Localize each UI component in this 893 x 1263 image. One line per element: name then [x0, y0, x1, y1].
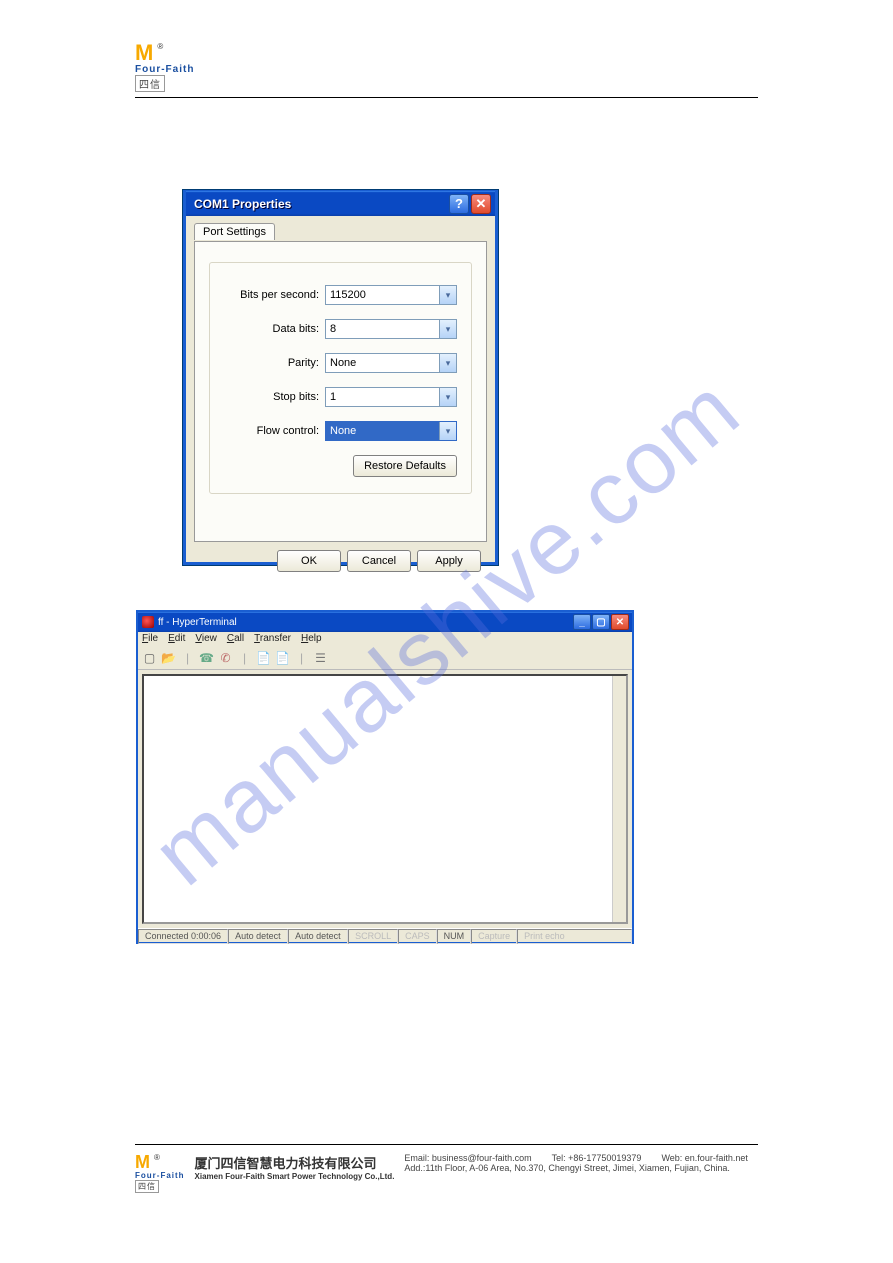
status-autodetect1: Auto detect [228, 929, 288, 944]
flowcontrol-value: None [330, 425, 356, 437]
dialog-title: COM1 Properties [194, 197, 291, 211]
properties-icon[interactable]: ☰ [313, 651, 328, 666]
databits-dropdown[interactable]: 8 ▾ [325, 319, 457, 339]
bps-dropdown[interactable]: 115200 ▾ [325, 285, 457, 305]
close-button[interactable]: ✕ [611, 614, 629, 630]
window-title: ff - HyperTerminal [158, 617, 237, 628]
page-footer: M ® Four-Faith 四信 厦门四信智慧电力科技有限公司 Xiamen … [135, 1144, 758, 1193]
footer-tel: Tel: +86-17750019379 [552, 1153, 642, 1163]
status-bar: Connected 0:00:06 Auto detect Auto detec… [138, 928, 632, 944]
status-num: NUM [437, 929, 472, 944]
footer-company-block: 厦门四信智慧电力科技有限公司 Xiamen Four-Faith Smart P… [195, 1153, 395, 1181]
apply-button[interactable]: Apply [417, 550, 481, 572]
send-icon[interactable]: 📄 [256, 651, 271, 666]
parity-dropdown[interactable]: None ▾ [325, 353, 457, 373]
cancel-button[interactable]: Cancel [347, 550, 411, 572]
status-printecho: Print echo [517, 929, 632, 944]
registered-icon: ® [154, 1153, 160, 1162]
status-autodetect2: Auto detect [288, 929, 348, 944]
tab-strip: Port Settings [194, 222, 487, 242]
settings-group: Bits per second: 115200 ▾ Data bits: 8 ▾… [209, 262, 472, 494]
footer-logo: M ® Four-Faith 四信 [135, 1153, 185, 1193]
status-caps: CAPS [398, 929, 437, 944]
vertical-scrollbar[interactable] [612, 676, 626, 922]
divider-icon: | [294, 651, 309, 666]
flowcontrol-dropdown[interactable]: None ▾ [325, 421, 457, 441]
header-logo: M ® Four-Faith 四信 [135, 42, 194, 92]
connect-icon[interactable]: ☎ [199, 651, 214, 666]
footer-email: Email: business@four-faith.com [404, 1153, 531, 1163]
menu-edit[interactable]: Edit [168, 633, 185, 647]
databits-label: Data bits: [273, 323, 319, 335]
footer-address: Add.:11th Floor, A-06 Area, No.370, Chen… [404, 1163, 747, 1173]
terminal-output[interactable] [142, 674, 628, 924]
receive-icon[interactable]: 📄 [275, 651, 290, 666]
logo-m-icon: M [135, 42, 153, 64]
registered-icon: ® [157, 42, 163, 51]
flowcontrol-label: Flow control: [257, 425, 319, 437]
chevron-down-icon: ▾ [439, 388, 456, 406]
dialog-titlebar: COM1 Properties ? ✕ [186, 190, 495, 216]
maximize-button[interactable]: ▢ [592, 614, 610, 630]
menu-file[interactable]: File [142, 633, 158, 647]
menu-bar: File Edit View Call Transfer Help [138, 632, 632, 648]
ok-button[interactable]: OK [277, 550, 341, 572]
databits-value: 8 [330, 323, 336, 335]
com1-properties-dialog: COM1 Properties ? ✕ Port Settings Bits p… [183, 190, 498, 565]
brand-text: Four-Faith [135, 64, 194, 75]
page-header: M ® Four-Faith 四信 [135, 42, 758, 98]
bps-label: Bits per second: [240, 289, 319, 301]
divider-icon: | [237, 651, 252, 666]
stopbits-dropdown[interactable]: 1 ▾ [325, 387, 457, 407]
stopbits-value: 1 [330, 391, 336, 403]
bps-value: 115200 [330, 289, 366, 301]
brand-cn-text: 四信 [135, 75, 165, 92]
hyperterminal-window: ff - HyperTerminal _ ▢ ✕ File Edit View … [136, 610, 634, 944]
chevron-down-icon: ▾ [439, 354, 456, 372]
app-icon [142, 616, 154, 628]
parity-label: Parity: [288, 357, 319, 369]
footer-contact-block: Email: business@four-faith.com Tel: +86-… [404, 1153, 747, 1173]
divider-icon: | [180, 651, 195, 666]
menu-transfer[interactable]: Transfer [254, 633, 291, 647]
window-titlebar: ff - HyperTerminal _ ▢ ✕ [138, 612, 632, 632]
company-name-cn: 厦门四信智慧电力科技有限公司 [195, 1153, 395, 1172]
close-button[interactable]: ✕ [471, 194, 491, 214]
status-connected: Connected 0:00:06 [138, 929, 228, 944]
chevron-down-icon: ▾ [439, 320, 456, 338]
chevron-down-icon: ▾ [439, 422, 456, 440]
open-icon[interactable]: 📂 [161, 651, 176, 666]
new-icon[interactable]: ▢ [142, 651, 157, 666]
help-button[interactable]: ? [449, 194, 469, 214]
status-scroll: SCROLL [348, 929, 398, 944]
menu-help[interactable]: Help [301, 633, 322, 647]
brand-text: Four-Faith [135, 1171, 185, 1180]
status-capture: Capture [471, 929, 517, 944]
menu-view[interactable]: View [195, 633, 217, 647]
brand-cn-text: 四信 [135, 1180, 159, 1193]
footer-web: Web: en.four-faith.net [661, 1153, 747, 1163]
logo-m-icon: M [135, 1153, 150, 1171]
menu-call[interactable]: Call [227, 633, 244, 647]
restore-defaults-button[interactable]: Restore Defaults [353, 455, 457, 477]
parity-value: None [330, 357, 356, 369]
company-name-en: Xiamen Four-Faith Smart Power Technology… [195, 1172, 395, 1181]
tab-panel: Bits per second: 115200 ▾ Data bits: 8 ▾… [194, 242, 487, 542]
stopbits-label: Stop bits: [273, 391, 319, 403]
disconnect-icon[interactable]: ✆ [218, 651, 233, 666]
toolbar: ▢ 📂 | ☎ ✆ | 📄 📄 | ☰ [138, 648, 632, 670]
tab-port-settings[interactable]: Port Settings [194, 223, 275, 240]
minimize-button[interactable]: _ [573, 614, 591, 630]
chevron-down-icon: ▾ [439, 286, 456, 304]
